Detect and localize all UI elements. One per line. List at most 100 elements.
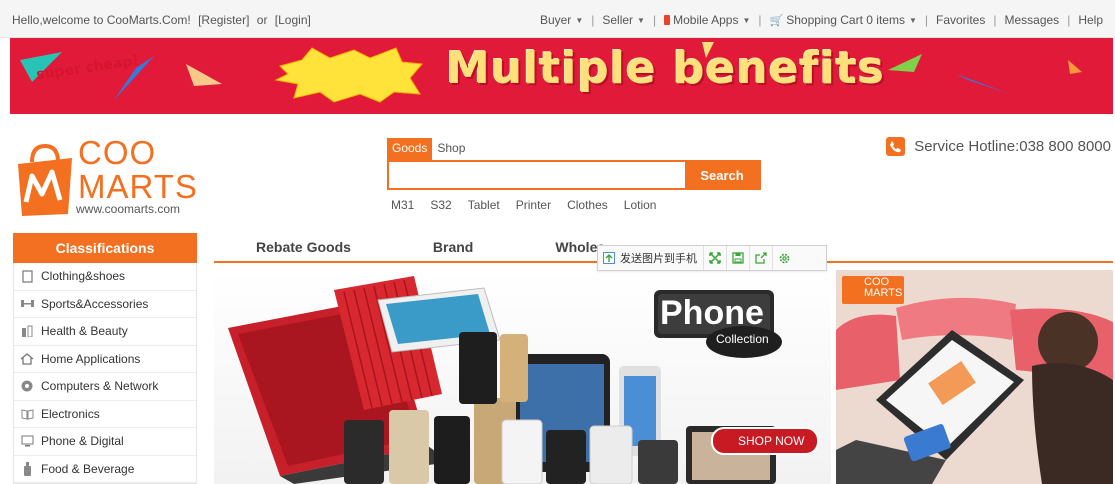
side-ad-artwork bbox=[836, 270, 1113, 484]
shirt-icon bbox=[20, 269, 34, 283]
hero-subtitle: Collection bbox=[716, 332, 769, 346]
sidebar-item-label: Phone & Digital bbox=[41, 434, 124, 449]
expand-button[interactable] bbox=[703, 246, 726, 270]
help-link[interactable]: Help bbox=[1078, 13, 1103, 27]
seller-label: Seller bbox=[602, 13, 634, 27]
mobile-apps-label: Mobile Apps bbox=[673, 13, 739, 27]
top-bar: Hello,welcome to CooMarts.Com! [Register… bbox=[0, 0, 1115, 38]
dumbbell-icon bbox=[20, 297, 34, 311]
hot-keyword[interactable]: Printer bbox=[516, 198, 551, 212]
sidebar-item-sports[interactable]: Sports&Accessories bbox=[14, 291, 196, 318]
sidebar-item-clothing[interactable]: Clothing&shoes bbox=[14, 263, 196, 291]
share-button[interactable] bbox=[749, 246, 772, 270]
tab-shop[interactable]: Shop bbox=[432, 138, 470, 160]
sidebar-item-label: Sports&Accessories bbox=[41, 296, 149, 311]
classifications-header[interactable]: Classifications bbox=[13, 233, 197, 263]
favorites-link[interactable]: Favorites bbox=[936, 13, 985, 27]
hot-keywords: M31 S32 Tablet Printer Clothes Lotion bbox=[387, 198, 761, 212]
site-logo[interactable]: COO MARTS www.coomarts.com bbox=[14, 132, 197, 218]
welcome-bar: Hello,welcome to CooMarts.Com! [Register… bbox=[12, 13, 311, 27]
logo-line1: COO bbox=[78, 134, 157, 171]
register-link[interactable]: [Register] bbox=[198, 13, 249, 27]
logo-line2: MARTS bbox=[78, 168, 198, 205]
search-box: Search bbox=[387, 160, 761, 190]
search-input[interactable] bbox=[389, 162, 685, 188]
save-icon bbox=[732, 252, 744, 264]
send-to-phone-button[interactable]: 发送图片到手机 bbox=[598, 250, 703, 266]
logo-url: www.coomarts.com bbox=[76, 202, 181, 216]
hot-keyword[interactable]: M31 bbox=[391, 198, 414, 212]
hero-title: Phone bbox=[660, 294, 764, 332]
hot-keyword[interactable]: Tablet bbox=[468, 198, 500, 212]
home-icon bbox=[20, 352, 34, 366]
mobile-icon bbox=[664, 15, 671, 25]
sidebar-item-computers[interactable]: Computers & Network bbox=[14, 373, 196, 401]
banner-headline: Multiple benefits bbox=[446, 43, 885, 94]
settings-icon bbox=[779, 253, 789, 263]
save-button[interactable] bbox=[726, 246, 749, 270]
top-nav: Buyer ▼ | Seller ▼ | Mobile Apps ▼ | 🛒 Shopp… bbox=[540, 13, 1103, 27]
divider: | bbox=[591, 13, 595, 27]
mobile-apps-menu[interactable]: Mobile Apps ▼ bbox=[664, 13, 750, 27]
chevron-down-icon: ▼ bbox=[908, 15, 917, 25]
nav-brand[interactable]: Brand bbox=[433, 233, 473, 261]
hot-keyword[interactable]: S32 bbox=[430, 198, 451, 212]
chevron-down-icon: ▼ bbox=[742, 15, 751, 25]
sidebar-item-label: Home Applications bbox=[41, 351, 141, 366]
cosmetics-icon bbox=[20, 324, 34, 338]
sidebar-item-phone-digital[interactable]: Phone & Digital bbox=[14, 428, 196, 456]
chevron-down-icon: ▼ bbox=[637, 15, 645, 25]
super-cheap-burst bbox=[274, 47, 424, 103]
sidebar-item-food[interactable]: Food & Beverage bbox=[14, 456, 196, 483]
sidebar-item-home[interactable]: Home Applications bbox=[14, 346, 196, 373]
cart-label: Shopping Cart 0 items bbox=[786, 13, 905, 27]
send-to-phone-label: 发送图片到手机 bbox=[620, 252, 697, 265]
expand-icon bbox=[709, 252, 721, 264]
buyer-label: Buyer bbox=[539, 13, 572, 27]
sidebar-item-label: Electronics bbox=[41, 406, 100, 421]
sidebar-item-label: Food & Beverage bbox=[41, 461, 135, 476]
sidebar-item-label: Clothing&shoes bbox=[41, 269, 126, 284]
welcome-text: Hello,welcome to CooMarts.Com! bbox=[12, 13, 191, 27]
side-ad-logo-line2: MARTS bbox=[864, 287, 903, 299]
messages-link[interactable]: Messages bbox=[1004, 13, 1059, 27]
login-link[interactable]: [Login] bbox=[275, 13, 311, 27]
hero-banner[interactable]: Phone Collection SHOP NOW bbox=[214, 270, 831, 484]
network-icon bbox=[20, 379, 34, 393]
seller-menu[interactable]: Seller ▼ bbox=[602, 13, 645, 27]
shopping-cart-menu[interactable]: 🛒 Shopping Cart 0 items ▼ bbox=[770, 13, 917, 27]
send-icon bbox=[603, 252, 615, 264]
shopping-bag-logo-icon bbox=[18, 143, 72, 216]
chevron-down-icon: ▼ bbox=[575, 15, 584, 25]
category-sidebar: Clothing&shoes Sports&Accessories Health… bbox=[13, 263, 197, 484]
monitor-icon bbox=[20, 434, 34, 448]
divider: | bbox=[924, 13, 928, 27]
divider: | bbox=[758, 13, 762, 27]
tab-goods[interactable]: Goods bbox=[387, 138, 433, 160]
sidebar-item-label: Computers & Network bbox=[41, 379, 159, 394]
divider: | bbox=[993, 13, 997, 27]
bottle-icon bbox=[20, 461, 34, 476]
service-hotline: Service Hotline:038 800 8000 bbox=[886, 137, 1111, 156]
side-ad-banner[interactable]: COO MARTS bbox=[836, 270, 1113, 484]
cart-icon: 🛒 bbox=[769, 14, 784, 27]
shop-now-button[interactable]: SHOP NOW bbox=[738, 434, 804, 448]
search-button[interactable]: Search bbox=[685, 162, 759, 188]
hotline-text: Service Hotline:038 800 8000 bbox=[914, 138, 1111, 155]
book-icon bbox=[20, 407, 34, 421]
promo-banner[interactable]: super cheap! Multiple benefits bbox=[10, 38, 1113, 114]
sidebar-item-health-beauty[interactable]: Health & Beauty bbox=[14, 318, 196, 346]
nav-rebate-goods[interactable]: Rebate Goods bbox=[256, 233, 351, 261]
hot-keyword[interactable]: Lotion bbox=[624, 198, 657, 212]
share-icon bbox=[755, 252, 767, 264]
sidebar-item-label: Health & Beauty bbox=[41, 324, 128, 339]
search-tabs: Goods Shop bbox=[387, 138, 761, 160]
sidebar-item-electronics[interactable]: Electronics bbox=[14, 401, 196, 428]
settings-button[interactable] bbox=[772, 246, 795, 270]
search-area: Goods Shop Search M31 S32 Tablet Printer… bbox=[387, 138, 761, 212]
image-tool-overlay: 发送图片到手机 bbox=[597, 245, 827, 271]
hot-keyword[interactable]: Clothes bbox=[567, 198, 608, 212]
divider: | bbox=[1067, 13, 1071, 27]
divider: | bbox=[652, 13, 657, 27]
buyer-menu[interactable]: Buyer ▼ bbox=[540, 13, 583, 27]
